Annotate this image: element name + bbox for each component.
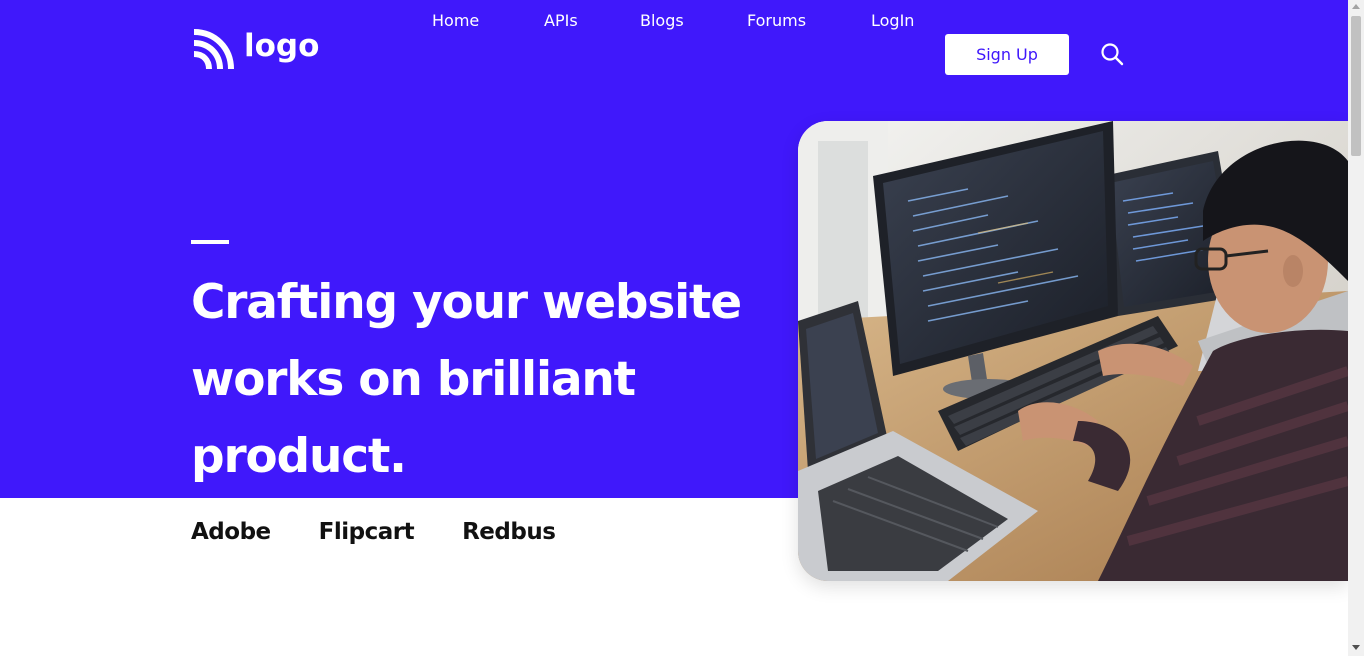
headline-accent-line xyxy=(191,240,229,244)
nav-apis[interactable]: APIs xyxy=(544,11,578,30)
logo[interactable]: logo xyxy=(191,29,319,72)
headline-line-3: product. xyxy=(191,429,407,484)
page-scrollbar[interactable] xyxy=(1348,0,1364,656)
signup-button[interactable]: Sign Up xyxy=(945,34,1069,75)
brand-flipcart: Flipcart xyxy=(318,519,415,545)
scrollbar-thumb[interactable] xyxy=(1351,16,1361,156)
nav-home[interactable]: Home xyxy=(432,11,479,30)
scroll-down-arrow-icon[interactable] xyxy=(1352,645,1360,650)
headline-line-1: Crafting your website xyxy=(191,275,742,330)
partner-brands: Adobe Flipcart Redbus xyxy=(191,519,556,545)
developer-at-desk-illustration xyxy=(798,121,1348,581)
logo-text: logo xyxy=(244,28,320,64)
nav-blogs[interactable]: Blogs xyxy=(640,11,684,30)
logo-mark-icon xyxy=(193,29,234,70)
hero-image xyxy=(798,121,1348,581)
search-icon[interactable] xyxy=(1100,42,1124,66)
brand-redbus: Redbus xyxy=(462,519,556,545)
hero-headline: Crafting your website works on brilliant… xyxy=(191,264,791,495)
headline-line-2: works on brilliant xyxy=(191,352,636,407)
nav-forums[interactable]: Forums xyxy=(747,11,806,30)
brand-adobe: Adobe xyxy=(191,519,271,545)
nav-login[interactable]: LogIn xyxy=(871,11,914,30)
scroll-up-arrow-icon[interactable] xyxy=(1352,4,1360,9)
